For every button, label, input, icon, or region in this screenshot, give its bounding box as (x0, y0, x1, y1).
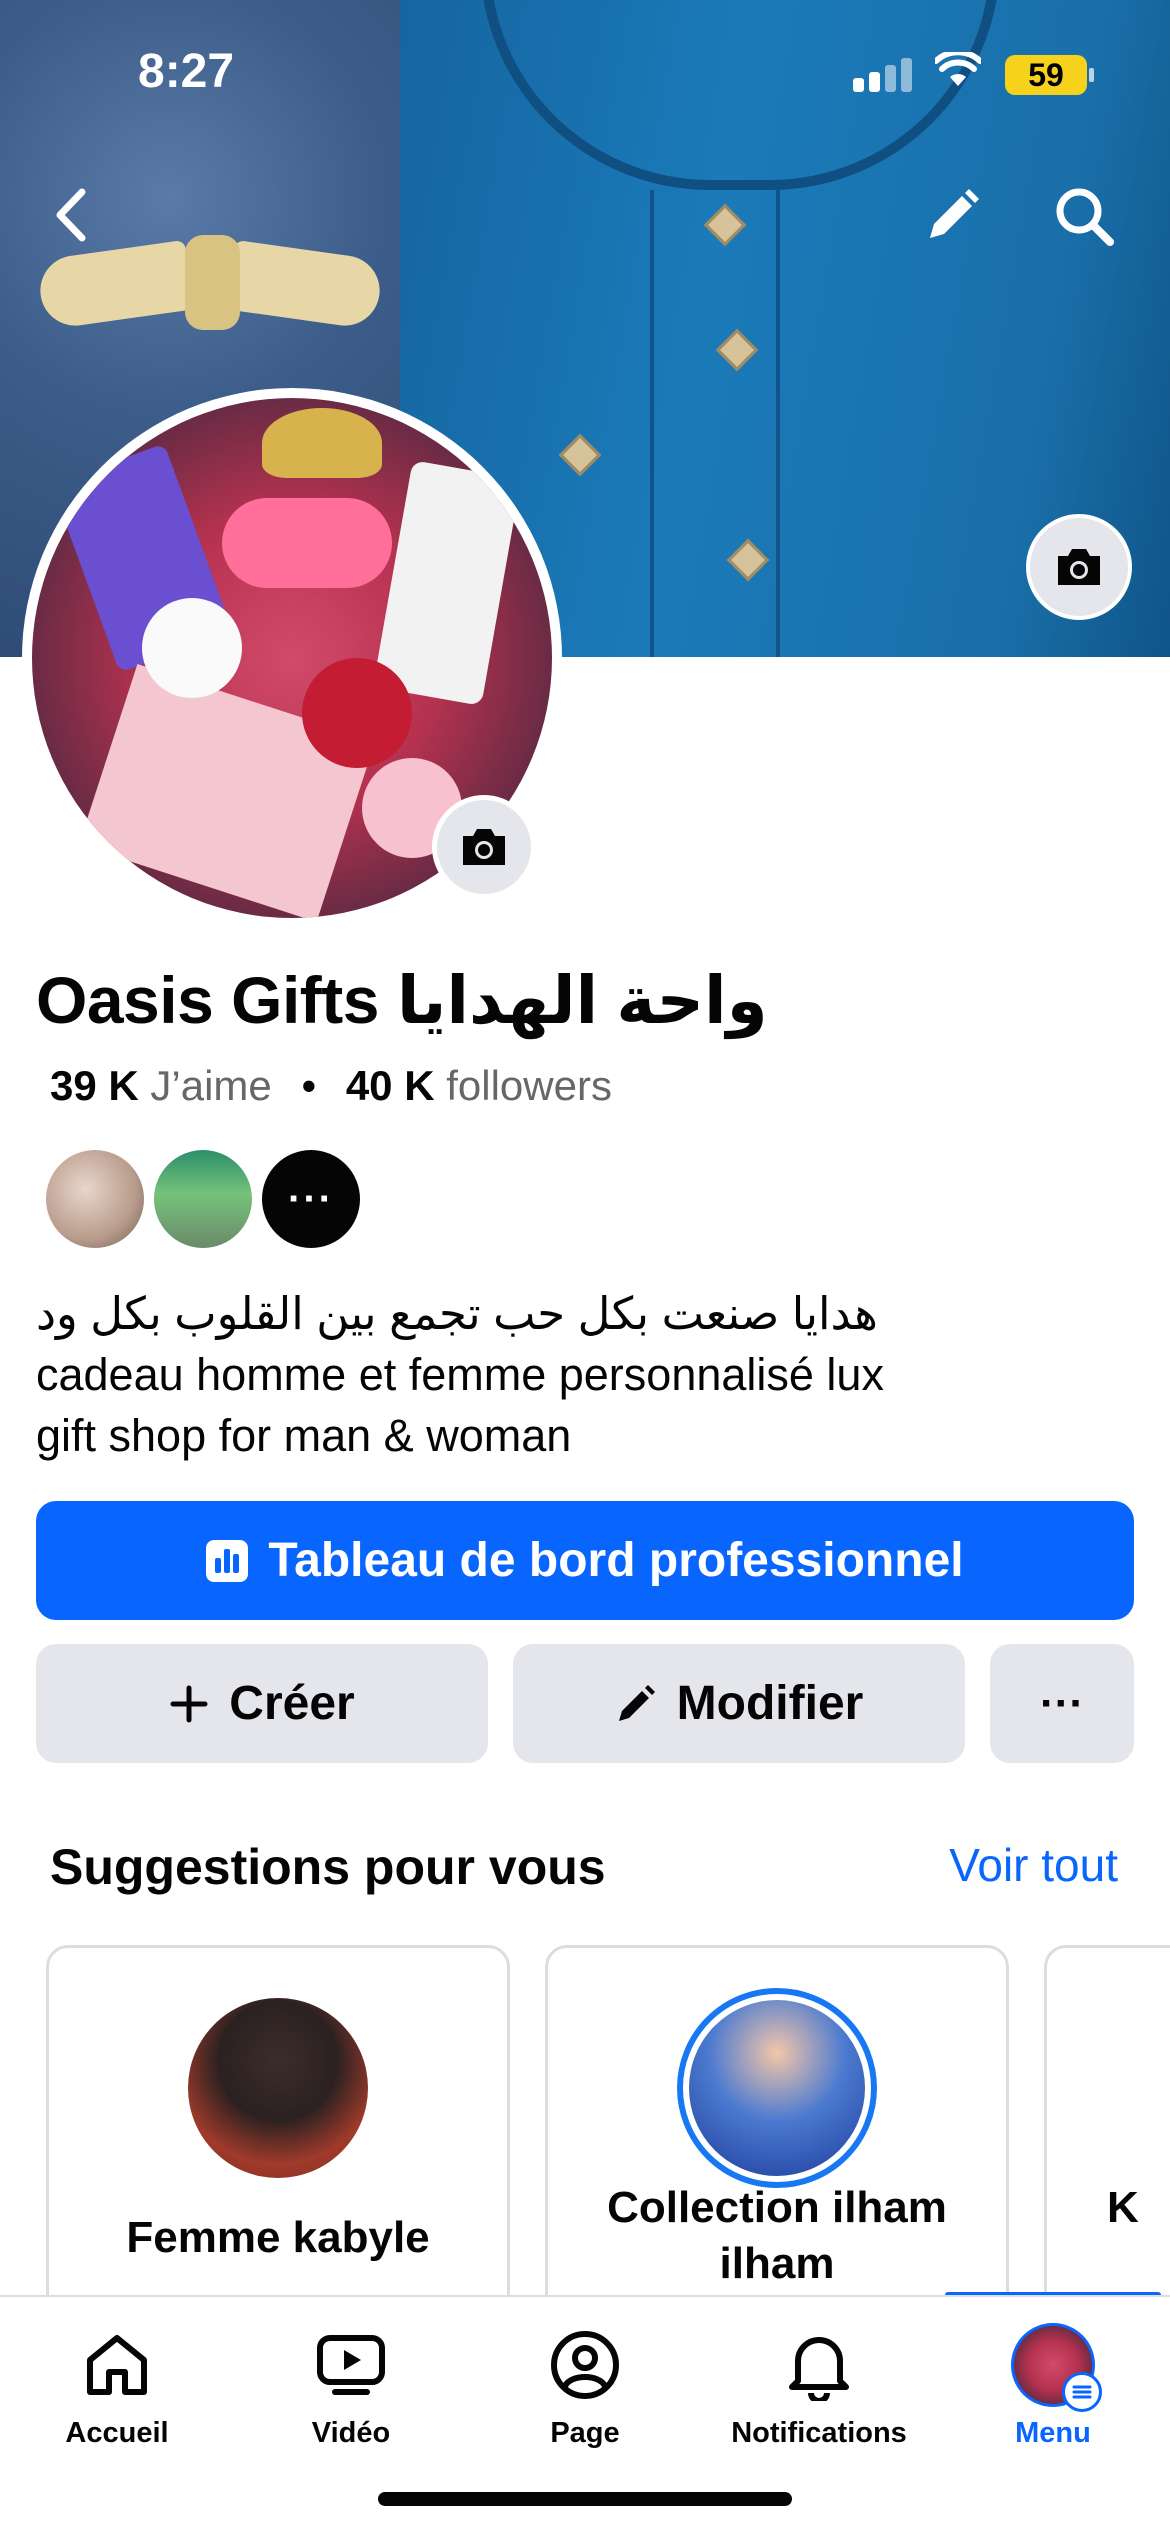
likes-count: 39 K (50, 1062, 139, 1109)
more-followers-button[interactable]: ··· (262, 1150, 360, 1248)
create-label: Créer (229, 1677, 355, 1730)
camera-icon (1058, 549, 1100, 585)
followers-label[interactable]: followers (446, 1062, 612, 1109)
tab-video[interactable]: Vidéo (234, 2325, 468, 2450)
suggestion-avatar[interactable] (188, 1998, 368, 2178)
suggestion-avatar[interactable] (677, 1988, 877, 2188)
see-all-link[interactable]: Voir tout (949, 1838, 1118, 1892)
dashboard-icon (206, 1539, 249, 1582)
profile-camera-button[interactable] (432, 795, 536, 899)
menu-icon (936, 2323, 1170, 2412)
tab-label: Vidéo (311, 2417, 391, 2449)
wifi-icon (933, 49, 983, 96)
tab-label: Notifications (731, 2417, 907, 2449)
menu-avatar (1011, 2323, 1102, 2412)
pencil-icon[interactable] (922, 186, 982, 246)
plus-icon (170, 1685, 208, 1722)
stats-separator: • (301, 1062, 317, 1109)
cover-placket (650, 190, 780, 657)
tab-home[interactable]: Accueil (0, 2325, 234, 2450)
suggestion-name[interactable]: K (1107, 2180, 1170, 2236)
video-icon (234, 2325, 468, 2405)
cover-camera-button[interactable] (1026, 514, 1132, 620)
tab-label: Menu (1015, 2417, 1091, 2449)
follower-avatar[interactable] (154, 1150, 252, 1248)
suggestion-card[interactable]: Femme kabyle (46, 1945, 510, 2295)
tab-page[interactable]: Page (468, 2325, 702, 2450)
suggestion-card[interactable]: K (1044, 1945, 1170, 2295)
bio-line: هدايا صنعت بكل حب تجمع بين القلوب بكل ود (36, 1288, 878, 1339)
bell-icon (702, 2325, 936, 2405)
dashboard-label: Tableau de bord professionnel (268, 1534, 964, 1587)
camera-icon (463, 829, 505, 865)
followers-count: 40 K (345, 1062, 435, 1109)
modify-label: Modifier (676, 1677, 864, 1730)
page-bio: هدايا صنعت بكل حب تجمع بين القلوب بكل ود… (36, 1283, 884, 1466)
menu-lines-icon (1062, 2372, 1102, 2412)
more-options-button[interactable]: ··· (990, 1644, 1134, 1763)
professional-dashboard-button[interactable]: Tableau de bord professionnel (36, 1501, 1134, 1620)
chevron-left-icon[interactable] (48, 180, 98, 250)
home-icon (0, 2325, 234, 2405)
page-title: Oasis Gifts واحة الهدايا (36, 963, 768, 1037)
search-icon[interactable] (1052, 184, 1116, 248)
follower-avatar[interactable] (46, 1150, 144, 1248)
pencil-icon (618, 1684, 655, 1721)
suggestion-name[interactable]: Collection ilham ilham (548, 2180, 1006, 2292)
bio-line: gift shop for man & woman (36, 1410, 572, 1461)
signal-icon (853, 58, 913, 92)
tab-menu[interactable]: Menu (936, 2323, 1170, 2450)
modify-button[interactable]: Modifier (513, 1644, 965, 1763)
tab-notifications[interactable]: Notifications (702, 2325, 936, 2450)
likes-label[interactable]: J’aime (150, 1062, 271, 1109)
status-bar: 8:27 59 (0, 0, 1170, 150)
page-stats: 39 K J’aime • 40 K followers (50, 1062, 612, 1110)
battery-icon: 59 (1005, 55, 1094, 95)
tab-label: Page (550, 2417, 620, 2449)
home-indicator (378, 2492, 792, 2506)
suggestion-name[interactable]: Femme kabyle (49, 2210, 507, 2266)
create-button[interactable]: Créer (36, 1644, 488, 1763)
profile-icon (468, 2325, 702, 2405)
tab-label: Accueil (65, 2417, 169, 2449)
status-time: 8:27 (138, 45, 235, 98)
suggestions-title: Suggestions pour vous (50, 1839, 606, 1895)
bio-line: cadeau homme et femme personnalisé lux (36, 1349, 884, 1400)
suggestion-card[interactable]: Collection ilham ilham (545, 1945, 1009, 2295)
suggestions-carousel[interactable]: Femme kabyle Collection ilham ilham K (0, 1945, 1170, 2295)
